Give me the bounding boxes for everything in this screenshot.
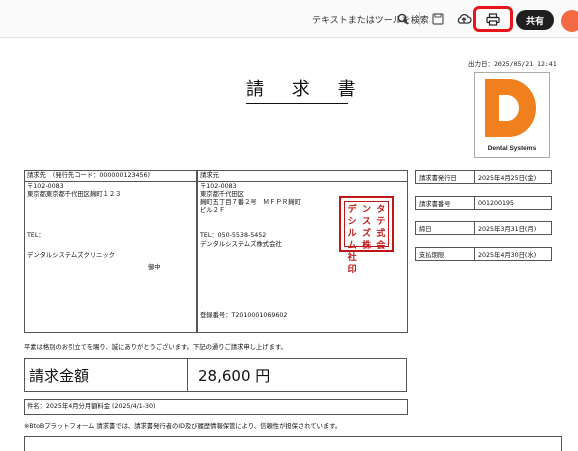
- subject-box: 件名：2025年4月分月額料金 (2025/4/1-30): [24, 399, 408, 415]
- cloud-upload-icon[interactable]: [454, 9, 474, 29]
- info-label-invoice-number: 請求書番号: [415, 196, 475, 210]
- logo-d-mark: [485, 79, 536, 137]
- info-value-invoice-number: 001200195: [474, 196, 552, 210]
- amount-value: 28,600 円: [187, 358, 407, 392]
- issuer-tel: TEL：050-5538-5452: [200, 232, 267, 239]
- info-label-issue-date: 請求書発行日: [415, 170, 475, 184]
- seal-char: 式会: [376, 229, 386, 251]
- page-title: 請 求 書: [246, 75, 355, 104]
- seal-char: タテ: [376, 205, 386, 227]
- seal-characters: デシ ンス タテ ルム ズ株 式会 社印: [344, 201, 389, 275]
- detail-table-top-edge: [24, 436, 562, 451]
- info-value-due-date: 2025年4月30日(水): [474, 247, 552, 261]
- print-button-highlight: [473, 6, 513, 32]
- info-label-closing-date: 締日: [415, 221, 475, 235]
- subject-text: 件名：2025年4月分月額料金 (2025/4/1-30): [27, 403, 156, 410]
- info-value-issue-date: 2025年4月25日(金): [474, 170, 552, 184]
- company-seal: デシ ンス タテ ルム ズ株 式会 社印: [339, 196, 394, 275]
- billed-to-box: 請求先 （発行先コード：000000123456) 〒102-0083 東京都東…: [24, 170, 197, 333]
- greeting-text: 平素は格別のお引立てを賜り、誠にありがとうございます。下記の通りご請求申し上げま…: [24, 344, 287, 351]
- info-label-due-date: 支払期限: [415, 247, 475, 261]
- issuer-header: 請求元: [198, 171, 407, 182]
- billed-to-address: 東京都東京都千代田区麹町１２３: [27, 191, 122, 198]
- logo-text: Dental Systems: [487, 145, 537, 152]
- save-icon[interactable]: [428, 9, 448, 29]
- seal-char: デシ: [347, 205, 357, 227]
- issuer-name: デンタルシステムズ株式会社: [200, 241, 282, 248]
- search-icon[interactable]: [393, 9, 413, 29]
- seal-char: ルム: [347, 229, 357, 251]
- issuer-registration-number: 登録番号：T2010001069602: [200, 312, 288, 319]
- billed-to-name: デンタルシステムズクリニック: [27, 252, 115, 259]
- share-button[interactable]: 共有: [516, 10, 554, 30]
- seal-char: ズ株: [361, 229, 371, 251]
- top-toolbar: テキストまたはツールを検索 共有: [0, 0, 578, 38]
- output-date: 出力日：2025/05/21 12:41: [468, 60, 557, 68]
- seal-char: ンス: [361, 205, 371, 227]
- toolbar-divider: [419, 12, 420, 26]
- avatar[interactable]: [561, 10, 578, 32]
- billed-to-tel: TEL：: [27, 232, 45, 239]
- invoice-document: 出力日：2025/05/21 12:41 請 求 書 Dental System…: [0, 38, 578, 451]
- amount-label: 請求金額: [24, 358, 188, 392]
- info-value-closing-date: 2025年3月31日(月): [474, 221, 552, 235]
- billed-to-honorific: 御中: [148, 264, 161, 271]
- company-logo: Dental Systems: [474, 72, 550, 158]
- seal-char: 社印: [347, 253, 357, 275]
- footnote-text: ※BtoBプラットフォーム 請求書では、請求書発行者のID及び履歴情報保管により…: [24, 423, 342, 430]
- issuer-address-line3: ビル２Ｆ: [200, 207, 226, 214]
- billed-to-header: 請求先 （発行先コード：000000123456): [25, 171, 196, 182]
